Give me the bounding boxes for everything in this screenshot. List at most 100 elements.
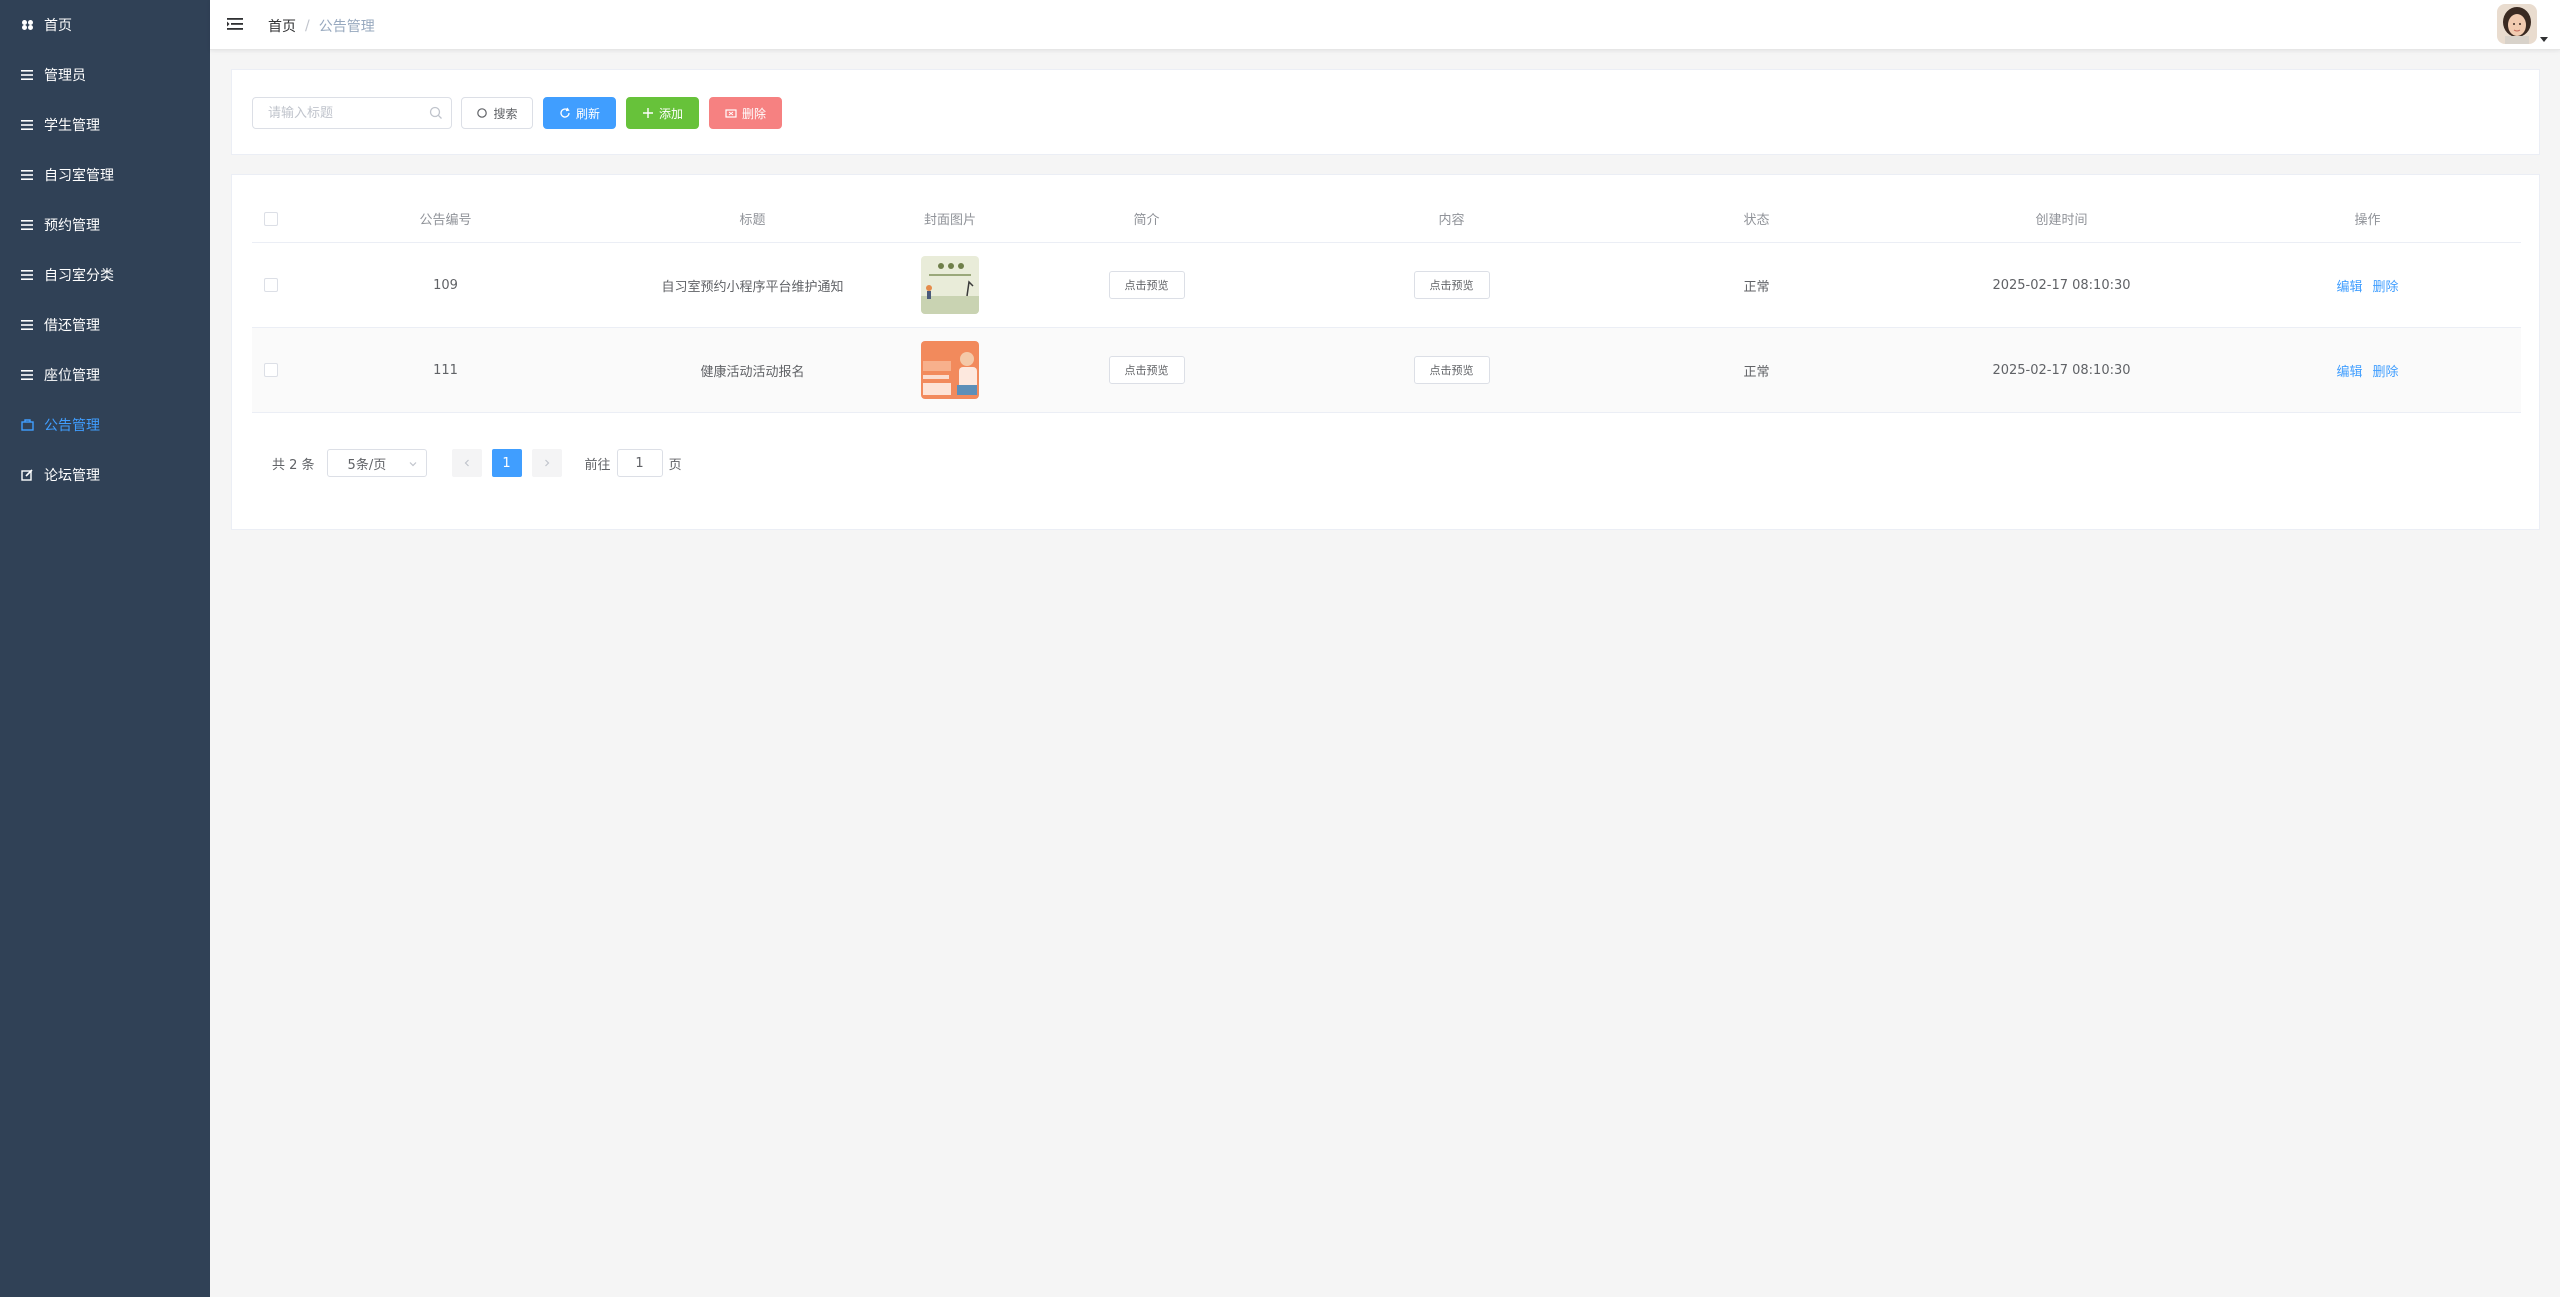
page-number-current[interactable]: 1 — [491, 449, 522, 477]
cover-image[interactable] — [921, 341, 979, 399]
content-preview-button[interactable]: 点击预览 — [1413, 356, 1490, 384]
sidebar-item-students[interactable]: 学生管理 — [0, 100, 210, 150]
sidebar-item-label: 论坛管理 — [44, 468, 100, 484]
sidebar-item-label: 首页 — [44, 18, 72, 34]
header-checkbox-cell — [252, 211, 292, 226]
header-title: 标题 — [739, 213, 766, 228]
refresh-icon — [559, 107, 571, 119]
sidebar-item-forum[interactable]: 论坛管理 — [0, 450, 210, 500]
next-page-button[interactable] — [531, 449, 562, 477]
dashboard-icon — [20, 18, 34, 32]
list-icon — [20, 68, 34, 82]
sidebar-item-home[interactable]: 首页 — [0, 0, 210, 50]
sidebar-item-notices[interactable]: 公告管理 — [0, 400, 210, 450]
breadcrumb: 首页 / 公告管理 — [268, 16, 375, 36]
sidebar-item-label: 自习室管理 — [44, 168, 114, 184]
refresh-button[interactable]: 刷新 — [543, 97, 616, 129]
cell-cover — [906, 256, 994, 314]
sidebar-item-room-categories[interactable]: 自习室分类 — [0, 250, 210, 300]
cell-created: 2025-02-17 08:10:30 — [1992, 277, 2131, 293]
cell-created: 2025-02-17 08:10:30 — [1992, 362, 2131, 378]
search-button[interactable]: 搜索 — [461, 97, 533, 129]
chevron-down-icon — [408, 458, 418, 468]
add-button-label: 添加 — [658, 106, 683, 121]
sidebar-item-label: 自习室分类 — [44, 268, 114, 284]
table-row: 109 自习室预约小程序平台维护通知 点击预览 点击预览 正常 2025-02-… — [252, 243, 2521, 328]
cell-cover — [906, 341, 994, 399]
prev-page-button[interactable] — [451, 449, 482, 477]
intro-preview-button[interactable]: 点击预览 — [1108, 271, 1185, 299]
content-preview-button[interactable]: 点击预览 — [1413, 271, 1490, 299]
edit-link[interactable]: 编辑 — [2336, 276, 2362, 295]
pagination-total: 共 2 条 — [272, 457, 315, 473]
breadcrumb-home[interactable]: 首页 — [268, 16, 296, 36]
search-input[interactable] — [253, 98, 423, 128]
table-card: 公告编号 标题 封面图片 简介 内容 状态 创建时间 操作 109 自习室预约小… — [231, 174, 2540, 530]
caret-down-icon — [2540, 37, 2548, 42]
sidebar: 首页 管理员 学生管理 自习室管理 预约管理 自习室分类 借还管理 座位管理 公… — [0, 0, 210, 1297]
edit-icon — [20, 468, 34, 482]
search-button-label: 搜索 — [493, 106, 518, 121]
top-navbar: 首页 / 公告管理 — [210, 0, 2560, 50]
search-icon[interactable] — [429, 106, 443, 120]
search-icon — [476, 107, 488, 119]
cell-id: 109 — [433, 277, 458, 293]
table-row: 111 健康活动活动报名 点击预览 点击预览 正常 2025-02-17 08:… — [252, 328, 2521, 413]
cell-status: 正常 — [1743, 364, 1770, 380]
list-icon — [20, 118, 34, 132]
chevron-left-icon — [464, 459, 469, 467]
breadcrumb-separator: / — [305, 18, 310, 34]
list-icon — [20, 268, 34, 282]
add-button[interactable]: 添加 — [626, 97, 699, 129]
header-content: 内容 — [1438, 213, 1465, 228]
list-icon — [20, 168, 34, 182]
delete-button[interactable]: 删除 — [709, 97, 782, 129]
refresh-button-label: 刷新 — [575, 106, 600, 121]
header-status: 状态 — [1743, 213, 1770, 228]
cell-intro: 点击预览 — [994, 271, 1299, 299]
user-menu[interactable] — [2497, 4, 2548, 44]
header-id: 公告编号 — [419, 213, 472, 228]
sidebar-item-borrow-return[interactable]: 借还管理 — [0, 300, 210, 350]
cell-intro: 点击预览 — [994, 356, 1299, 384]
edit-link[interactable]: 编辑 — [2336, 361, 2362, 380]
avatar[interactable] — [2497, 4, 2537, 44]
cell-ops: 编辑 删除 — [2214, 361, 2521, 380]
intro-preview-button[interactable]: 点击预览 — [1108, 356, 1185, 384]
sidebar-item-label: 管理员 — [44, 68, 86, 84]
cover-image[interactable] — [921, 256, 979, 314]
page-size-select[interactable]: 5条/页 — [326, 449, 427, 477]
table-header-row: 公告编号 标题 封面图片 简介 内容 状态 创建时间 操作 — [252, 195, 2521, 243]
chevron-right-icon — [544, 459, 549, 467]
hamburger-icon[interactable] — [226, 15, 244, 33]
breadcrumb-current: 公告管理 — [318, 19, 375, 35]
delete-button-label: 删除 — [741, 106, 766, 121]
row-checkbox[interactable] — [264, 363, 278, 377]
sidebar-item-reservations[interactable]: 预约管理 — [0, 200, 210, 250]
cell-content: 点击预览 — [1299, 271, 1604, 299]
row-checkbox-cell — [252, 363, 292, 377]
header-cover: 封面图片 — [923, 213, 976, 228]
list-icon — [20, 368, 34, 382]
cell-title: 健康活动活动报名 — [700, 364, 805, 380]
row-checkbox[interactable] — [264, 278, 278, 292]
sidebar-item-seats[interactable]: 座位管理 — [0, 350, 210, 400]
goto-page-input[interactable] — [616, 449, 663, 477]
cell-id: 111 — [433, 362, 458, 378]
search-input-wrapper — [252, 97, 452, 129]
list-icon — [20, 318, 34, 332]
cell-content: 点击预览 — [1299, 356, 1604, 384]
sidebar-item-label: 座位管理 — [44, 368, 100, 384]
notice-table: 公告编号 标题 封面图片 简介 内容 状态 创建时间 操作 109 自习室预约小… — [252, 195, 2521, 413]
notice-icon — [20, 418, 34, 432]
sidebar-item-study-rooms[interactable]: 自习室管理 — [0, 150, 210, 200]
sidebar-item-admin[interactable]: 管理员 — [0, 50, 210, 100]
plus-icon — [642, 107, 654, 119]
list-icon — [20, 218, 34, 232]
cell-title: 自习室预约小程序平台维护通知 — [661, 279, 844, 295]
select-all-checkbox[interactable] — [264, 211, 278, 226]
delete-link[interactable]: 删除 — [2373, 361, 2399, 380]
sidebar-item-label: 学生管理 — [44, 118, 100, 134]
goto-suffix: 页 — [668, 457, 682, 473]
delete-link[interactable]: 删除 — [2373, 276, 2399, 295]
